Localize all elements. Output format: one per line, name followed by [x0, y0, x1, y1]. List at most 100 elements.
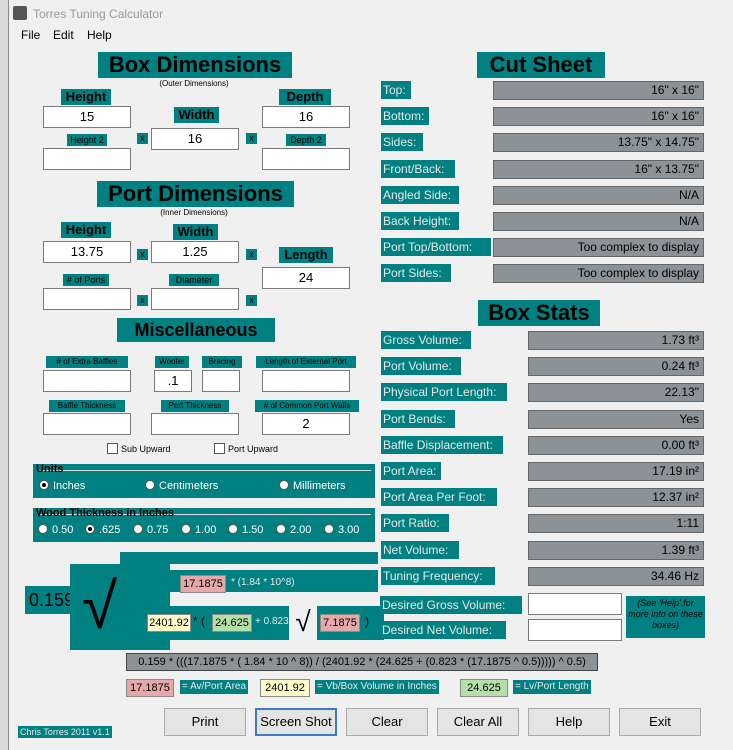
- port-diameter-input[interactable]: [151, 288, 239, 310]
- bracing-input[interactable]: [202, 370, 240, 392]
- menu-edit[interactable]: Edit: [53, 28, 74, 42]
- cut-top-value: 16" x 16": [493, 81, 704, 100]
- inner-radical-sign: √: [289, 604, 317, 640]
- stat-gross-volume-label: Gross Volume:: [381, 331, 471, 349]
- wood-300-radio[interactable]: 3.00: [324, 524, 359, 536]
- checkbox-box[interactable]: [107, 443, 118, 454]
- print-button[interactable]: Print: [164, 708, 246, 736]
- stat-port-volume-label: Port Volume:: [381, 357, 461, 376]
- formula-av-root: 7.1875: [320, 614, 360, 632]
- port-dimensions-title: Port Dimensions: [97, 181, 294, 207]
- radical-overbar: [120, 552, 378, 564]
- wood-100-radio[interactable]: 1.00: [181, 524, 216, 536]
- formula-lv: 24.625: [212, 614, 252, 632]
- stat-baffle-displacement-label: Baffle Displacement:: [381, 435, 503, 454]
- cut-back-height-label: Back Height:: [381, 212, 459, 230]
- extra-baffles-input[interactable]: [43, 370, 131, 392]
- formula-vb: 2401.92: [147, 614, 191, 632]
- unit-centimeters-radio[interactable]: Centimeters: [145, 480, 218, 492]
- baffle-thickness-input[interactable]: [43, 413, 131, 435]
- stat-port-bends-value: Yes: [528, 409, 704, 429]
- full-formula: 0.159 * (((17.1875 * ( 1.84 * 10 ^ 8)) /…: [126, 653, 598, 671]
- exit-button[interactable]: Exit: [619, 708, 701, 736]
- port-upward-label: Port Upward: [228, 444, 279, 454]
- legend-av-value: 17.1875: [126, 679, 174, 697]
- cut-port-sides-label: Port Sides:: [381, 264, 451, 283]
- clear-all-button[interactable]: Clear All: [437, 708, 519, 736]
- clear-button[interactable]: Clear: [346, 708, 428, 736]
- desired-gross-input[interactable]: [528, 593, 622, 615]
- cut-front-back-label: Front/Back:: [381, 159, 455, 178]
- port-length-input[interactable]: 24: [262, 267, 350, 289]
- units-group: Units Inches Centimeters Millimeters: [33, 463, 375, 498]
- window-title: Torres Tuning Calculator: [33, 7, 164, 21]
- cut-port-sides-value: Too complex to display: [493, 264, 704, 284]
- woofer-input[interactable]: .1: [154, 370, 192, 392]
- stat-tuning-frequency-label: Tuning Frequency:: [381, 566, 495, 585]
- credit-label: Chris Torres 2011 v1.1: [18, 726, 112, 738]
- port-upward-checkbox[interactable]: Port Upward: [214, 443, 278, 454]
- stat-port-bends-label: Port Bends:: [381, 409, 455, 428]
- title-bar: Torres Tuning Calculator: [9, 0, 733, 26]
- stat-physical-port-length-label: Physical Port Length:: [381, 383, 507, 402]
- formula-plus: + 0.823: [255, 616, 289, 627]
- x-marker: x: [246, 249, 257, 260]
- help-button[interactable]: Help: [528, 708, 610, 736]
- sub-upward-label: Sub Upward: [121, 444, 171, 454]
- stat-gross-volume-value: 1.73 ft³: [528, 331, 704, 350]
- box-depth2-input[interactable]: [262, 148, 350, 170]
- unit-millimeters-radio[interactable]: Millimeters: [279, 480, 346, 492]
- ext-port-input[interactable]: [262, 370, 350, 392]
- wood-150-radio[interactable]: 1.50: [228, 524, 263, 536]
- menu-help[interactable]: Help: [87, 28, 112, 42]
- cut-bottom-label: Bottom:: [381, 107, 429, 126]
- legend-lv-value: 24.625: [460, 679, 508, 697]
- x-marker: x: [137, 133, 148, 144]
- wood-075-radio[interactable]: 0.75: [133, 524, 168, 536]
- x-marker: x: [246, 295, 257, 306]
- box-depth2-label: Depth 2: [286, 134, 326, 146]
- extra-baffles-label: # of Extra Baffles: [46, 356, 128, 368]
- common-walls-input[interactable]: 2: [262, 413, 350, 435]
- wood-0625-radio[interactable]: .625: [85, 524, 120, 536]
- menu-file[interactable]: File: [21, 28, 40, 42]
- cut-back-height-value: N/A: [493, 212, 704, 231]
- legend-lv-caption: = Lv/Port Length: [513, 680, 591, 694]
- stat-baffle-displacement-value: 0.00 ft³: [528, 435, 704, 455]
- desired-net-input[interactable]: [528, 619, 622, 641]
- sub-upward-checkbox[interactable]: Sub Upward: [107, 443, 171, 454]
- cut-bottom-value: 16" x 16": [493, 107, 704, 127]
- desired-net-label: Desired Net Volume:: [380, 621, 506, 639]
- checkbox-box[interactable]: [214, 443, 225, 454]
- common-walls-label: # of Common Port Walls: [255, 400, 359, 412]
- stat-port-area-per-foot-value: 12.37 in²: [528, 488, 704, 508]
- cut-sides-label: Sides:: [381, 133, 423, 152]
- formula-coefficient: 0.159: [25, 586, 74, 614]
- box-height-label: Height: [61, 89, 111, 105]
- box-dimensions-title: Box Dimensions: [98, 52, 292, 78]
- port-height-input[interactable]: 13.75: [43, 241, 131, 263]
- wood-200-radio[interactable]: 2.00: [276, 524, 311, 536]
- port-dimensions-subtitle: (Inner Dimensions): [160, 208, 228, 217]
- box-depth-input[interactable]: 16: [262, 106, 350, 128]
- screen-shot-button[interactable]: Screen Shot: [255, 708, 337, 736]
- formula-paren-close: ): [365, 614, 369, 628]
- stat-net-volume-value: 1.39 ft³: [528, 540, 704, 560]
- box-height2-input[interactable]: [43, 148, 131, 170]
- unit-inches-radio[interactable]: Inches: [39, 480, 85, 492]
- radical-sign: √: [82, 570, 118, 642]
- port-count-input[interactable]: [43, 288, 131, 310]
- menu-bar: File Edit Help: [9, 26, 733, 44]
- box-height-input[interactable]: 15: [43, 106, 131, 128]
- box-width-input[interactable]: 16: [151, 128, 239, 150]
- desired-gross-label: Desired Gross Volume:: [380, 596, 522, 614]
- port-diameter-label: Diameter: [169, 274, 219, 286]
- wood-050-radio[interactable]: 0.50: [38, 524, 73, 536]
- legend-vb-caption: = Vb/Box Volume in Inches: [315, 680, 439, 694]
- stat-port-ratio-value: 1:11: [528, 514, 704, 534]
- bracing-label: Bracing: [202, 356, 242, 368]
- port-width-input[interactable]: 1.25: [151, 241, 239, 263]
- port-thickness-input[interactable]: [151, 413, 239, 435]
- legend-vb-value: 2401.92: [260, 679, 310, 697]
- box-height2-label: Height 2: [67, 134, 107, 146]
